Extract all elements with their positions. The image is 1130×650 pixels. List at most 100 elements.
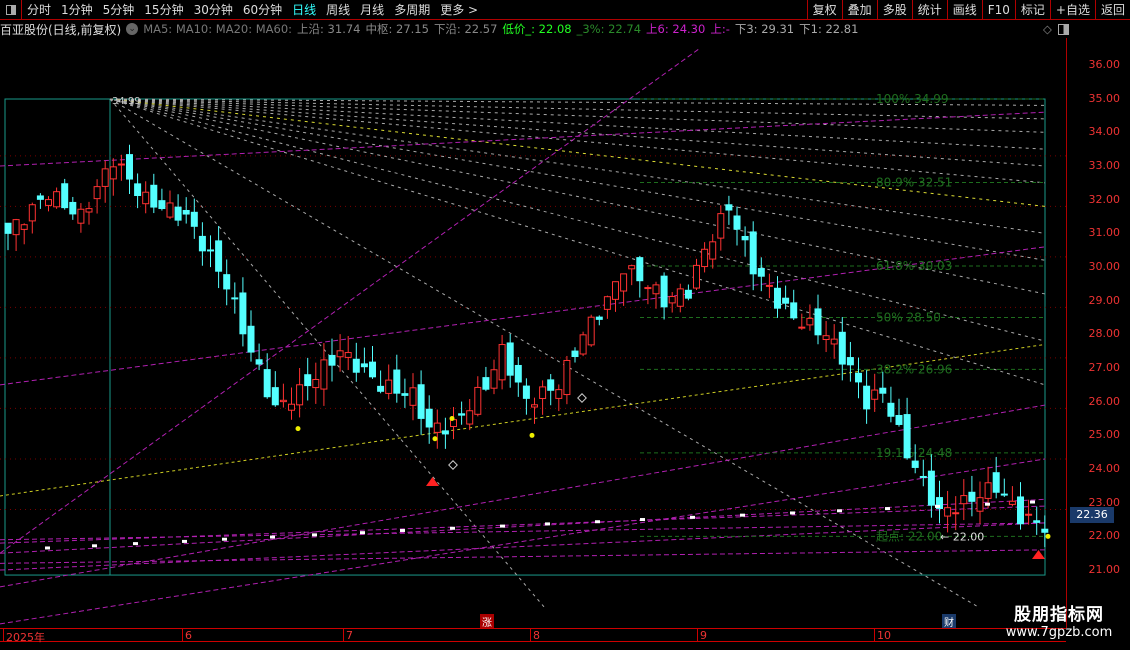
diamond-icon[interactable]: ◇ [1043,22,1052,36]
candle [555,389,563,399]
period-tab-4[interactable]: 30分钟 [189,1,238,18]
candle [879,387,887,394]
buy-arrow-icon [426,477,439,486]
toolbar-button-5[interactable]: F10 [981,0,1015,20]
channel-line [0,404,1046,588]
candle [174,206,182,221]
month-tick: 6 [182,629,192,642]
candle [628,265,636,270]
level-marker [837,509,842,513]
period-tab-2[interactable]: 5分钟 [98,1,140,18]
pct3-value: _3%: 22.74 [576,22,642,36]
candle [126,154,133,180]
up6-value: 上6: 24.30 [646,22,706,36]
candle [992,472,1000,493]
level-marker [1030,500,1035,504]
up-value: 上:- [710,22,730,36]
month-tick: 2025年 [3,629,45,644]
buy-arrow-icon [1032,550,1045,559]
period-tab-0[interactable]: 分时 [22,1,56,18]
period-tab-8[interactable]: 月线 [355,1,389,18]
price-tick: 30.00 [1088,260,1121,274]
candle [482,377,490,390]
mid-value: 中枢: 27.15 [365,22,429,36]
toolbar-button-4[interactable]: 画线 [946,0,982,20]
candle [328,354,336,366]
candle [85,208,93,213]
period-tab-7[interactable]: 周线 [321,1,355,18]
candle [968,491,976,502]
period-tab-10[interactable]: 更多 > [435,1,483,18]
candle [385,379,393,394]
fib-label: 61.8% 30.03 [876,259,952,273]
stock-title: 百亚股份(日线,前复权) [0,22,122,37]
toolbar-button-0[interactable]: 复权 [806,0,842,20]
price-tick: 29.00 [1088,293,1121,307]
candle [644,287,652,290]
sidebar-toggle-button[interactable] [0,0,22,20]
panel-icon [5,4,16,15]
period-tab-3[interactable]: 15分钟 [139,1,188,18]
high-label: 34.99 [112,96,141,107]
candle [458,413,466,416]
price-tick: 31.00 [1088,226,1121,240]
candle [547,379,555,391]
candle [563,359,571,396]
level-marker [640,518,645,522]
candle [693,264,700,289]
candle [231,297,239,300]
finance-marker[interactable]: 财 [942,614,956,629]
panel-icon[interactable] [1058,23,1069,35]
level-marker [360,531,365,535]
candle [312,378,320,389]
level-marker [885,507,890,511]
candle [636,257,644,282]
level-marker [133,542,138,546]
candle [134,183,142,197]
logo-url: www.7gpzb.com [1005,625,1113,640]
toolbar-button-2[interactable]: 多股 [876,0,912,20]
candle [377,385,385,392]
candle [798,326,806,329]
candle [757,268,765,277]
level-marker [222,537,227,541]
channel-line [0,47,701,554]
candle [806,317,814,326]
toolbar-button-6[interactable]: 标记 [1014,0,1050,20]
candle [895,414,903,425]
period-tab-5[interactable]: 60分钟 [238,1,287,18]
candle [166,202,174,218]
toolbar-button-3[interactable]: 统计 [911,0,947,20]
candle [401,393,409,396]
level-marker [500,524,505,528]
candle [595,316,603,320]
candle [207,249,214,252]
candle [320,359,328,390]
candle [53,191,61,208]
candle [976,497,984,512]
period-tab-6[interactable]: 日线 [287,1,321,18]
candle [4,222,12,234]
indicator-info-bar: 百亚股份(日线,前复权) ⌄ MA5: MA10: MA20: MA60: 上沿… [0,20,1130,38]
upper-value: 上沿: 31.74 [297,22,361,36]
level-marker [400,528,405,532]
toolbar-button-7[interactable]: +自选 [1049,0,1095,20]
candle [919,475,927,478]
candle [765,284,773,287]
candle [239,292,247,335]
period-tab-1[interactable]: 1分钟 [56,1,98,18]
signal-dot [529,432,535,438]
fib-label: 50% 28.50 [876,311,941,325]
candle [425,408,433,428]
dropdown-icon[interactable]: ⌄ [126,23,139,35]
candle [190,211,198,227]
limit-up-marker[interactable]: 涨 [480,614,494,629]
candle [603,296,611,310]
candlestick-chart[interactable]: 100% 34.99 80.9% 32.51 61.8% 30.03 50% 28.5… [0,38,1066,628]
toolbar-button-1[interactable]: 叠加 [841,0,877,20]
signal-dot [449,416,455,422]
axis-divider [1066,38,1067,628]
candle [830,338,838,345]
period-tab-9[interactable]: 多周期 [389,1,435,18]
toolbar-button-8[interactable]: 返回 [1094,0,1130,20]
